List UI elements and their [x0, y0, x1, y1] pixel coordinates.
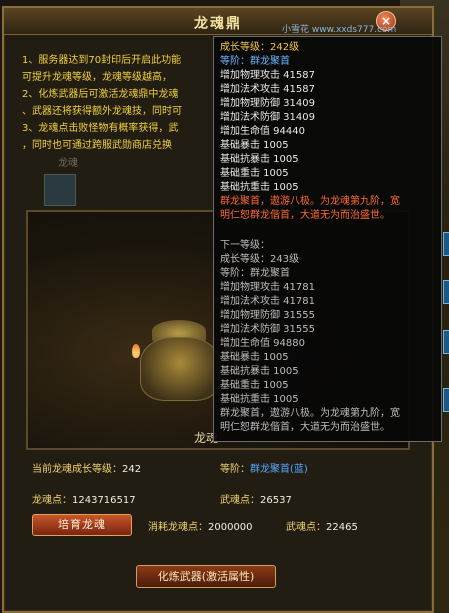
tooltip-next-rank: 等阶：群龙聚首 — [220, 268, 290, 279]
weapon-soul-label: 武魂点： — [220, 495, 260, 506]
tooltip-current-stat: 基础抗暴击 1005 — [220, 154, 299, 165]
dragon-points-value: 1243716517 — [72, 495, 136, 506]
consume-dragon-points: 消耗龙魂点：2000000 — [148, 518, 253, 533]
tooltip-current-stat: 基础重击 1005 — [220, 168, 289, 179]
consume-weapon-label: 武魂点： — [286, 522, 326, 533]
rank-value: 群龙聚首(蓝) — [250, 464, 308, 475]
consume-weapon-points: 武魂点：22465 — [286, 518, 358, 533]
cauldron-image — [140, 337, 220, 401]
tooltip-current-rank: 等阶：群龙聚首 — [220, 56, 290, 67]
tooltip-next-stat: 增加物理攻击 41781 — [220, 282, 315, 293]
growth-level-value: 242 — [122, 464, 142, 475]
tooltip-next-stat: 基础抗暴击 1005 — [220, 366, 299, 377]
side-menu-button[interactable] — [443, 388, 449, 412]
dragon-points-label: 龙魂点： — [32, 495, 72, 506]
side-menu-button[interactable] — [443, 280, 449, 304]
tooltip-current-stat: 基础抗重击 1005 — [220, 182, 299, 193]
tooltip-next-desc: 群龙聚首，遨游八极。为龙魂第九阶，宽 — [220, 408, 400, 419]
dragon-soul-tooltip: 成长等级：242级 等阶：群龙聚首 增加物理攻击 41587 增加法术攻击 41… — [213, 36, 442, 442]
weapon-soul-points: 武魂点：26537 — [220, 491, 292, 506]
side-menu-button[interactable] — [443, 232, 449, 256]
consume-dragon-label: 消耗龙魂点： — [148, 522, 208, 533]
dragon-soul-item-icon[interactable] — [44, 174, 76, 206]
growth-level-label: 当前龙魂成长等级： — [32, 464, 122, 475]
tooltip-next-stat: 增加法术攻击 41781 — [220, 296, 315, 307]
tooltip-next-stat: 增加生命值 94880 — [220, 338, 305, 349]
tooltip-next-stat: 基础暴击 1005 — [220, 352, 289, 363]
tooltip-next-header: 下一等级： — [220, 240, 270, 251]
tooltip-next-stat: 增加物理防御 31555 — [220, 310, 315, 321]
tooltip-current-stat: 增加法术防御 31409 — [220, 112, 315, 123]
tooltip-current-level: 成长等级：242级 — [220, 42, 300, 53]
flame-icon — [132, 344, 140, 358]
tooltip-next-level: 成长等级：243级 — [220, 254, 300, 265]
side-menu-button[interactable] — [443, 330, 449, 354]
tooltip-next-desc: 明仁恕群龙偕首，大道无为而治盛世。 — [220, 422, 390, 433]
rank-label: 等阶： — [220, 464, 250, 475]
watermark: 小雪花 www.xxds777.com — [282, 25, 397, 35]
tooltip-current-stat: 增加生命值 94440 — [220, 126, 305, 137]
tooltip-current-stat: 增加物理防御 31409 — [220, 98, 315, 109]
consume-dragon-value: 2000000 — [208, 522, 253, 533]
tooltip-current-stat: 增加物理攻击 41587 — [220, 70, 315, 81]
refine-weapon-button[interactable]: 化炼武器(激活属性) — [136, 565, 276, 588]
rank: 等阶：群龙聚首(蓝) — [220, 460, 308, 475]
tooltip-current-desc: 群龙聚首，遨游八极。为龙魂第九阶，宽 — [220, 196, 400, 207]
tooltip-next-stat: 基础重击 1005 — [220, 380, 289, 391]
consume-weapon-value: 22465 — [326, 522, 358, 533]
tooltip-current-desc: 明仁恕群龙偕首，大道无为而治盛世。 — [220, 210, 390, 221]
growth-level: 当前龙魂成长等级：242 — [32, 460, 141, 475]
tooltip-current-stat: 增加法术攻击 41587 — [220, 84, 315, 95]
tooltip-next-stat: 增加法术防御 31555 — [220, 324, 315, 335]
tooltip-current-stat: 基础暴击 1005 — [220, 140, 289, 151]
cultivate-dragon-soul-button[interactable]: 培育龙魂 — [32, 514, 132, 536]
weapon-soul-value: 26537 — [260, 495, 292, 506]
dragon-points: 龙魂点：1243716517 — [32, 491, 136, 506]
tooltip-next-stat: 基础抗重击 1005 — [220, 394, 299, 405]
info-tag: 龙魂 — [58, 158, 78, 169]
